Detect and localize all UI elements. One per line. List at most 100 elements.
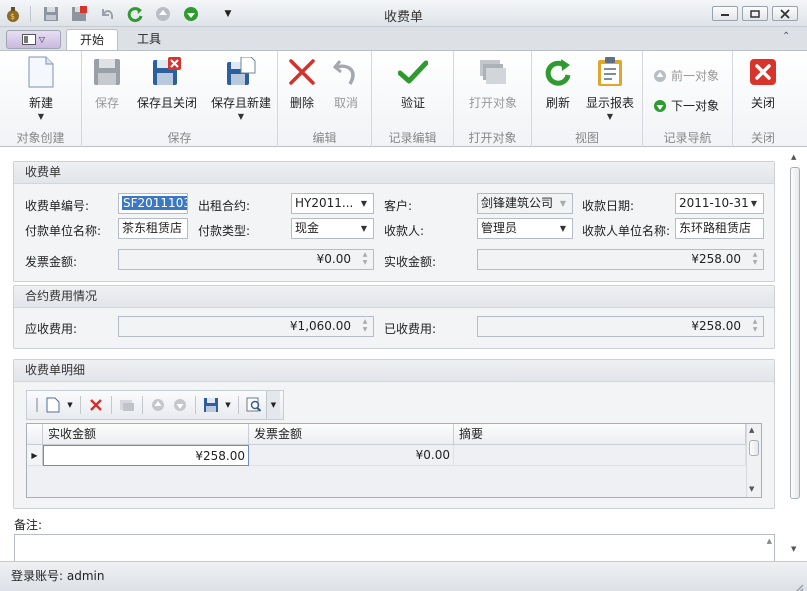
chevron-down-icon: ▼ (559, 224, 567, 233)
table-cell[interactable]: ¥0.00 (249, 445, 454, 466)
remarks-textarea[interactable]: ▲ (14, 534, 775, 561)
section-details: 收费单明细 ▼ ▼ ▼ 实收金额 发票金额 摘要 ▶ ¥258.00 ¥0.00… (13, 359, 775, 509)
chevron-down-icon: ▼ (750, 199, 758, 208)
section-receipt: 收费单 收费单编号: SF2011103 出租合约: HY2011... ▼ 客户… (13, 161, 775, 282)
prev-object-button[interactable]: 前一对象 (653, 67, 719, 84)
group-record-nav: 前一对象 下一对象 记录导航 (643, 51, 733, 148)
new-button[interactable]: 新建 ▼ (13, 55, 69, 121)
chevron-down-icon[interactable]: ▼ (223, 395, 233, 415)
show-report-button[interactable]: 显示报表 ▼ (582, 55, 638, 121)
receiver-unit-label: 收款人单位名称: (582, 224, 671, 238)
close-window-button[interactable] (772, 6, 798, 21)
save-button[interactable]: 保存 (88, 55, 126, 111)
code-field[interactable]: SF2011103 (118, 193, 188, 214)
save-disk-icon (90, 55, 124, 89)
group-edit: 删除 取消 编辑 (278, 51, 372, 148)
next-row-icon[interactable] (170, 395, 190, 415)
save-new-button[interactable]: 保存且新建 ▼ (206, 55, 276, 121)
dropdown-arrow-icon: ▼ (606, 112, 614, 121)
actual-amount-field[interactable]: ¥258.00 ▲ ▼ (477, 249, 764, 270)
status-bar: 登录账号: admin (0, 561, 807, 591)
code-label: 收费单编号: (25, 199, 90, 213)
ribbon: 新建 ▼ 对象创建 保存 保存且关闭 保存且新建 ▼ 保存 删除 取消 编辑 验… (0, 50, 807, 148)
received-label: 已收费用: (384, 322, 437, 336)
spin-icon: ▲ ▼ (752, 251, 758, 266)
column-header[interactable]: 摘要 (454, 424, 746, 445)
search-filter-icon[interactable] (244, 395, 264, 415)
scroll-down-icon[interactable]: ▼ (791, 545, 796, 553)
invoice-amount-field[interactable]: ¥0.00 ▲ ▼ (118, 249, 374, 270)
column-header[interactable]: 发票金额 (249, 424, 454, 445)
detail-toolbar: ▼ ▼ ▼ (26, 390, 284, 420)
window-title: 收费单 (383, 10, 423, 25)
form-content: 收费单 收费单编号: SF2011103 出租合约: HY2011... ▼ 客户… (0, 147, 807, 561)
application-menu-button[interactable]: ▽ (6, 30, 61, 49)
save-row-icon[interactable] (201, 395, 221, 415)
tab-tools[interactable]: 工具 (126, 29, 172, 51)
section-title: 收费单 (14, 162, 774, 184)
group-view: 刷新 显示报表 ▼ 视图 (532, 51, 643, 148)
minimize-button[interactable] (712, 6, 738, 21)
separator (80, 396, 81, 414)
contract-select[interactable]: HY2011... ▼ (291, 193, 374, 214)
maximize-button[interactable] (742, 6, 768, 21)
date-select[interactable]: 2011-10-31 ▼ (675, 193, 764, 214)
tab-home[interactable]: 开始 (66, 29, 118, 51)
scroll-thumb[interactable] (749, 440, 759, 456)
toolbar-overflow-icon[interactable]: ▼ (266, 391, 280, 419)
prev-row-icon[interactable] (148, 395, 168, 415)
delete-button[interactable]: 删除 (284, 55, 320, 111)
open-object-button[interactable]: 打开对象 (463, 55, 523, 111)
payer-field[interactable]: 茶东租赁店 (118, 218, 188, 239)
cancel-button[interactable]: 取消 (328, 55, 364, 111)
receivable-field[interactable]: ¥1,060.00 ▲ ▼ (118, 316, 374, 337)
paytype-select[interactable]: 现金 ▼ (291, 218, 374, 239)
save-close-button[interactable]: 保存且关闭 (132, 55, 202, 111)
grid-scrollbar[interactable]: ▲ ▼ (746, 424, 761, 497)
grid-empty-area (27, 466, 746, 497)
up-arrow-circle-icon (654, 69, 666, 82)
new-row-icon[interactable] (43, 395, 63, 415)
new-document-icon (24, 55, 58, 89)
paytype-label: 付款类型: (198, 224, 251, 238)
customer-select[interactable]: 剑锋建筑公司 ▼ (477, 193, 573, 214)
spin-icon: ▲ ▼ (752, 318, 758, 333)
group-close: 关闭 关闭 (733, 51, 793, 148)
table-cell[interactable] (454, 445, 746, 466)
clipboard-report-icon (593, 55, 627, 89)
scroll-up-icon[interactable]: ▲ (749, 426, 754, 434)
chevron-down-icon: ▼ (559, 199, 567, 208)
spin-icon: ▲ ▼ (362, 251, 368, 266)
validate-button[interactable]: 验证 (394, 55, 432, 111)
scroll-thumb[interactable] (790, 167, 800, 499)
chevron-down-icon: ▼ (360, 224, 368, 233)
receiver-select[interactable]: 管理员 ▼ (477, 218, 573, 239)
scroll-down-icon[interactable]: ▼ (749, 485, 754, 493)
receiver-unit-field[interactable]: 东环路租赁店 (675, 218, 764, 239)
received-field[interactable]: ¥258.00 ▲ ▼ (477, 316, 764, 337)
table-cell[interactable]: ¥258.00 (43, 445, 249, 466)
payer-label: 付款单位名称: (25, 224, 102, 238)
scroll-up-icon[interactable]: ▲ (791, 153, 796, 161)
edit-row-icon[interactable] (117, 395, 137, 415)
spin-icon: ▲ ▼ (362, 318, 368, 333)
delete-row-icon[interactable] (86, 395, 106, 415)
collapse-ribbon-icon[interactable]: ⌃ (782, 31, 796, 45)
row-indicator-icon[interactable]: ▶ (27, 445, 43, 466)
next-object-button[interactable]: 下一对象 (653, 97, 719, 114)
refresh-button[interactable]: 刷新 (539, 55, 577, 111)
chevron-down-icon[interactable]: ▼ (65, 395, 75, 415)
scroll-up-icon[interactable]: ▲ (767, 537, 772, 545)
row-header-corner (27, 424, 43, 445)
contract-label: 出租合约: (198, 199, 251, 213)
section-contract-fees: 合约费用情况 应收费用: ¥1,060.00 ▲ ▼ 已收费用: ¥258.00 ▲ ▼ (13, 285, 775, 349)
resize-grip-icon[interactable] (792, 576, 804, 591)
main-scrollbar[interactable]: ▲ ▼ (787, 147, 803, 561)
save-close-icon (150, 55, 184, 89)
down-arrow-circle-icon (654, 99, 666, 112)
close-button[interactable]: 关闭 (745, 55, 781, 111)
dropdown-arrow-icon: ▼ (237, 112, 245, 121)
receiver-label: 收款人: (384, 224, 425, 238)
save-new-icon (224, 55, 258, 89)
column-header[interactable]: 实收金额 (43, 424, 249, 445)
